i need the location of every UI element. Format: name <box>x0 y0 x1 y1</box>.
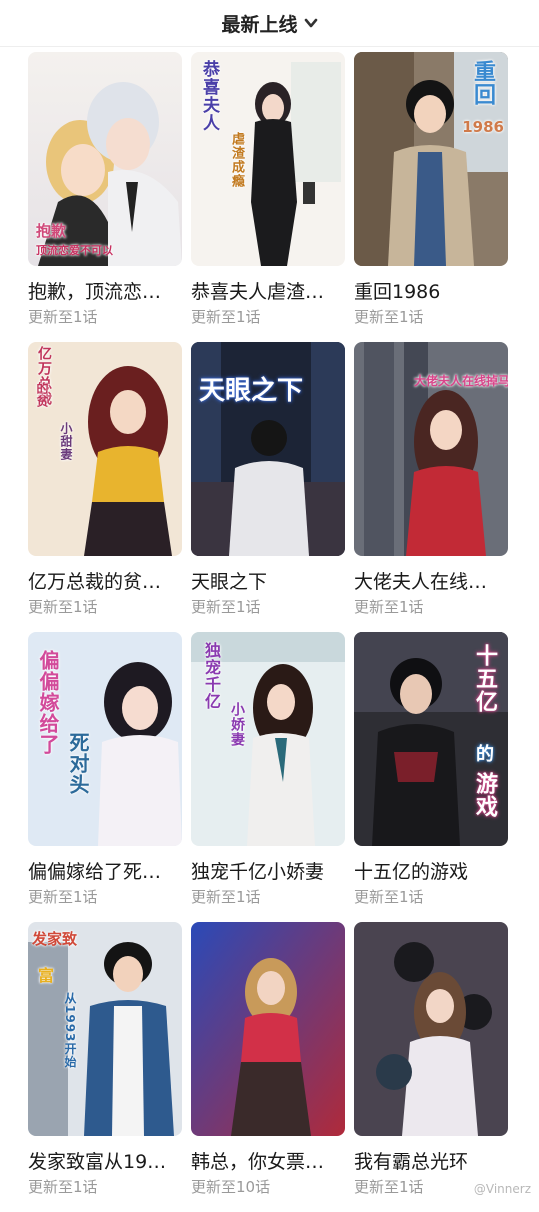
comic-card[interactable]: 我有霸总光环 更新至1话 <box>354 922 508 1212</box>
comic-card[interactable]: 独宠千亿 小娇妻 独宠千亿小娇妻 更新至1话 <box>191 632 345 922</box>
cover-subtitle: 小娇妻 <box>227 702 247 772</box>
comic-cover[interactable] <box>191 922 345 1136</box>
comic-title[interactable]: 我有霸总光环 <box>354 1150 508 1174</box>
cover-tag: 从1993开始 <box>62 992 79 1102</box>
comic-title[interactable]: 发家致富从19… <box>28 1150 182 1174</box>
comic-title[interactable]: 韩总，你女票… <box>191 1150 345 1174</box>
cover-art <box>354 922 508 1136</box>
comic-title[interactable]: 抱歉，顶流恋… <box>28 280 182 304</box>
comic-title[interactable]: 大佬夫人在线… <box>354 570 508 594</box>
section-dropdown[interactable]: 最新上线 <box>221 10 317 37</box>
cover-title: 重回 <box>466 60 498 120</box>
cover-tag: 小甜妻 <box>58 422 75 482</box>
update-status: 更新至1话 <box>191 597 345 617</box>
cover-title: 发家致 <box>32 928 77 949</box>
comic-card[interactable]: 重回 1986 重回1986 更新至1话 <box>354 52 508 342</box>
cover-subtitle: 的贫 <box>34 382 51 422</box>
cover-tag: 游戏 <box>468 772 500 832</box>
comic-cover[interactable]: 偏偏嫁给了 死对头 <box>28 632 182 846</box>
comic-title[interactable]: 偏偏嫁给了死… <box>28 860 182 884</box>
watermark: @Vinnerz <box>474 1182 531 1196</box>
cover-title: 独宠千亿 <box>199 642 223 752</box>
cover-subtitle: 虐渣成瘾 <box>227 132 246 222</box>
comic-cover[interactable]: 独宠千亿 小娇妻 <box>191 632 345 846</box>
update-status: 更新至1话 <box>191 887 345 907</box>
cover-title: 大佬夫人在线掉马 <box>414 372 508 389</box>
comic-card[interactable]: 亿万总裁 的贫 小甜妻 亿万总裁的贫… 更新至1话 <box>28 342 182 632</box>
cover-subtitle: 1986 <box>462 118 504 136</box>
comic-card[interactable]: 恭喜夫人 虐渣成瘾 恭喜夫人虐渣… 更新至1话 <box>191 52 345 342</box>
update-status: 更新至1话 <box>354 597 508 617</box>
comic-title[interactable]: 十五亿的游戏 <box>354 860 508 884</box>
comic-card[interactable]: 天眼之下 天眼之下 更新至1话 <box>191 342 345 632</box>
update-status: 更新至1话 <box>354 307 508 327</box>
update-status: 更新至1话 <box>28 307 182 327</box>
cover-subtitle: 的 <box>476 740 494 766</box>
comic-cover[interactable]: 亿万总裁 的贫 小甜妻 <box>28 342 182 556</box>
update-status: 更新至1话 <box>28 597 182 617</box>
cover-title: 天眼之下 <box>199 370 303 407</box>
update-status: 更新至1话 <box>28 887 182 907</box>
comic-cover[interactable]: 大佬夫人在线掉马 <box>354 342 508 556</box>
comic-title[interactable]: 亿万总裁的贫… <box>28 570 182 594</box>
comic-title[interactable]: 恭喜夫人虐渣… <box>191 280 345 304</box>
update-status: 更新至1话 <box>191 307 345 327</box>
cover-title: 十五亿 <box>468 644 500 734</box>
section-title: 最新上线 <box>221 10 297 37</box>
cover-art <box>28 922 182 1136</box>
comic-card[interactable]: 十五亿 的 游戏 十五亿的游戏 更新至1话 <box>354 632 508 922</box>
comic-card[interactable]: 偏偏嫁给了 死对头 偏偏嫁给了死… 更新至1话 <box>28 632 182 922</box>
comic-cover[interactable]: 天眼之下 <box>191 342 345 556</box>
update-status: 更新至1话 <box>354 887 508 907</box>
cover-subtitle: 死对头 <box>64 732 93 812</box>
chevron-down-icon <box>304 16 318 30</box>
cover-subtitle: 富 <box>38 962 54 986</box>
comic-card[interactable]: 韩总，你女票… 更新至10话 <box>191 922 345 1212</box>
comic-cover[interactable]: 十五亿 的 游戏 <box>354 632 508 846</box>
comic-card[interactable]: 大佬夫人在线掉马 大佬夫人在线… 更新至1话 <box>354 342 508 632</box>
comic-card[interactable]: 发家致 富 从1993开始 发家致富从19… 更新至1话 <box>28 922 182 1212</box>
comic-cover[interactable] <box>354 922 508 1136</box>
cover-art <box>191 922 345 1136</box>
comic-cover[interactable]: 发家致 富 从1993开始 <box>28 922 182 1136</box>
cover-title: 偏偏嫁给了 <box>34 650 63 780</box>
cover-title: 抱歉 <box>36 220 66 241</box>
comic-title[interactable]: 重回1986 <box>354 280 508 304</box>
comic-cover[interactable]: 重回 1986 <box>354 52 508 266</box>
cover-title: 恭喜夫人 <box>197 60 222 170</box>
comic-cover[interactable]: 恭喜夫人 虐渣成瘾 <box>191 52 345 266</box>
header-bar: 最新上线 <box>0 0 539 47</box>
comic-title[interactable]: 天眼之下 <box>191 570 345 594</box>
comic-cover[interactable]: 抱歉 顶流恋爱不可以 <box>28 52 182 266</box>
comic-grid: 抱歉 顶流恋爱不可以 抱歉，顶流恋… 更新至1话 恭喜夫人 虐渣成瘾 恭喜夫人虐… <box>28 52 512 1212</box>
update-status: 更新至10话 <box>191 1177 345 1197</box>
comic-title[interactable]: 独宠千亿小娇妻 <box>191 860 345 884</box>
update-status: 更新至1话 <box>28 1177 182 1197</box>
comic-card[interactable]: 抱歉 顶流恋爱不可以 抱歉，顶流恋… 更新至1话 <box>28 52 182 342</box>
cover-subtitle: 顶流恋爱不可以 <box>36 242 113 258</box>
